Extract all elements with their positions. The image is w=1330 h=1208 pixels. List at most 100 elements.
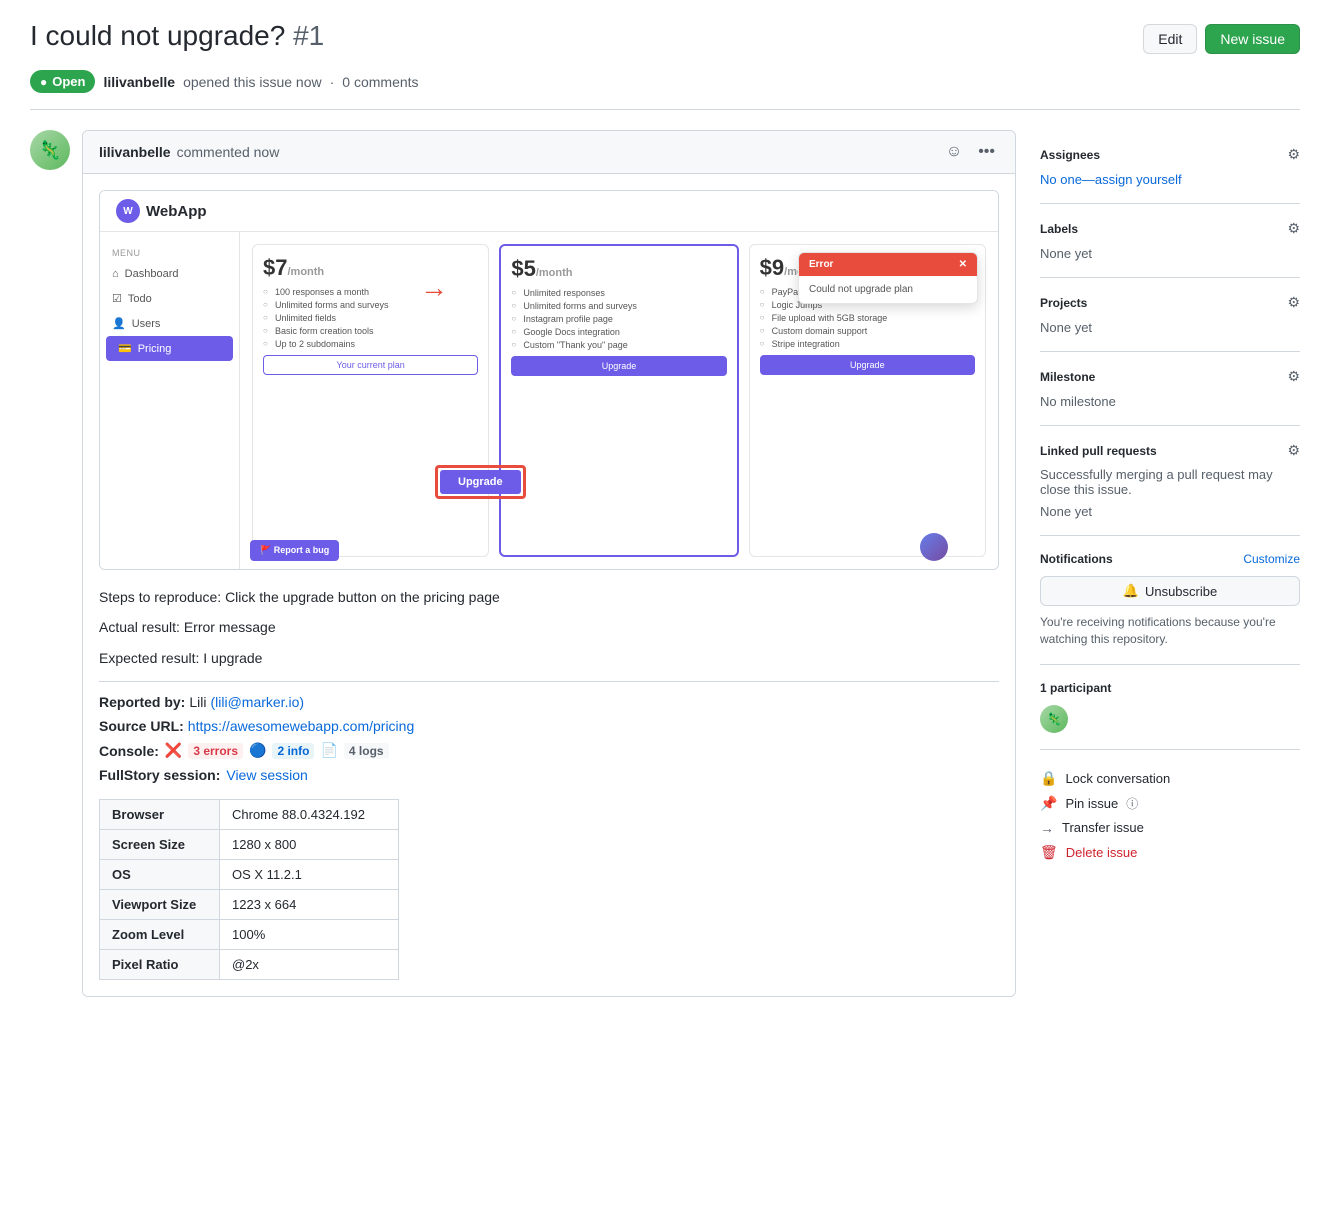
report-bug-btn[interactable]: 🚩 Report a bug — [250, 540, 339, 561]
projects-title: Projects — [1040, 296, 1087, 310]
view-session-link[interactable]: View session — [226, 767, 307, 783]
webapp-logo-icon: W — [116, 199, 140, 223]
projects-section: Projects ⚙ None yet — [1040, 278, 1300, 352]
customize-link[interactable]: Customize — [1243, 552, 1300, 566]
lock-label: Lock conversation — [1065, 771, 1170, 786]
trash-icon: 🗑 — [1040, 844, 1058, 861]
upgrade-highlight-box: Upgrade — [435, 465, 526, 499]
webapp-nav-users: 👤 Users — [100, 311, 239, 336]
milestone-title: Milestone — [1040, 370, 1095, 384]
pin-issue-link[interactable]: 📌 Pin issue ⓘ — [1040, 791, 1300, 816]
delete-label: Delete issue — [1066, 845, 1138, 860]
status-badge: ● Open — [30, 70, 95, 93]
content-area: 🦎 lilivanbelle commented now ☺ — [30, 130, 1016, 997]
webapp-logo: W WebApp — [116, 199, 207, 223]
linked-prs-gear-button[interactable]: ⚙ — [1287, 442, 1300, 459]
table-row: Screen Size1280 x 800 — [100, 830, 399, 860]
error-modal: Error ✕ Could not upgrade plan — [798, 252, 978, 304]
comment-header-right: ☺ ••• — [942, 141, 999, 163]
milestone-value: No milestone — [1040, 394, 1116, 409]
linked-prs-value: None yet — [1040, 504, 1092, 519]
fullstory-label: FullStory session: — [99, 767, 220, 783]
labels-header: Labels ⚙ — [1040, 220, 1300, 237]
transfer-label: Transfer issue — [1062, 820, 1144, 835]
comment-author[interactable]: lilivanbelle — [99, 144, 171, 160]
milestone-header: Milestone ⚙ — [1040, 368, 1300, 385]
main-layout: 🦎 lilivanbelle commented now ☺ — [30, 130, 1300, 997]
comment-body: W WebApp MENU — [83, 174, 1015, 996]
participants-title: 1 participant — [1040, 681, 1300, 695]
comments-count: 0 comments — [342, 74, 418, 90]
pin-info-icon: ⓘ — [1126, 795, 1138, 812]
transfer-issue-link[interactable]: → Transfer issue — [1040, 816, 1300, 840]
linked-prs-section: Linked pull requests ⚙ Successfully merg… — [1040, 426, 1300, 536]
issue-title-text: I could not upgrade? — [30, 20, 285, 51]
more-options-button[interactable]: ••• — [974, 141, 999, 163]
comment-divider — [99, 681, 999, 682]
linked-prs-header: Linked pull requests ⚙ — [1040, 442, 1300, 459]
table-cell-value: Chrome 88.0.4324.192 — [220, 800, 399, 830]
pricing-col-1: $7/month 100 responses a month Unlimited… — [252, 244, 489, 557]
emoji-button[interactable]: ☺ — [942, 141, 966, 163]
projects-gear-button[interactable]: ⚙ — [1287, 294, 1300, 311]
avatar: 🦎 — [30, 130, 70, 170]
author-link[interactable]: lilivanbelle — [103, 74, 175, 90]
new-issue-button[interactable]: New issue — [1205, 24, 1300, 54]
error-message: Could not upgrade plan — [809, 284, 913, 295]
issue-header: I could not upgrade? #1 Edit New issue — [30, 20, 1300, 54]
milestone-section: Milestone ⚙ No milestone — [1040, 352, 1300, 426]
info-table: BrowserChrome 88.0.4324.192Screen Size12… — [99, 799, 399, 980]
table-row: OSOS X 11.2.1 — [100, 860, 399, 890]
actions-section: 🔒 Lock conversation 📌 Pin issue ⓘ → Tran… — [1040, 750, 1300, 881]
console-label: Console: — [99, 743, 159, 759]
upgrade-btn-highlighted[interactable]: Upgrade — [511, 356, 726, 376]
projects-header: Projects ⚙ — [1040, 294, 1300, 311]
comment-action-time: commented now — [177, 144, 280, 160]
notifications-header: Notifications Customize — [1040, 552, 1300, 566]
projects-value: None yet — [1040, 320, 1092, 335]
logs-badge[interactable]: 4 logs — [344, 743, 389, 759]
issue-title: I could not upgrade? #1 — [30, 20, 324, 52]
lock-conversation-link[interactable]: 🔒 Lock conversation — [1040, 766, 1300, 791]
unsubscribe-button[interactable]: 🔔 Unsubscribe — [1040, 576, 1300, 606]
errors-badge[interactable]: 3 errors — [188, 743, 243, 759]
opened-text: opened this issue now — [183, 74, 322, 90]
comment-text: Steps to reproduce: Click the upgrade bu… — [99, 586, 999, 669]
current-plan-btn: Your current plan — [263, 355, 478, 375]
expected-text: Expected result: I upgrade — [99, 647, 999, 669]
edit-button[interactable]: Edit — [1143, 24, 1197, 54]
assignees-gear-button[interactable]: ⚙ — [1287, 146, 1300, 163]
steps-text: Steps to reproduce: Click the upgrade bu… — [99, 586, 999, 608]
user-avatar-mock — [920, 533, 948, 561]
bell-icon: 🔔 — [1123, 583, 1139, 599]
participant-avatar: 🦎 — [1040, 705, 1068, 733]
milestone-gear-button[interactable]: ⚙ — [1287, 368, 1300, 385]
header-actions: Edit New issue — [1143, 24, 1300, 54]
table-cell-value: 100% — [220, 920, 399, 950]
upgrade-btn-3[interactable]: Upgrade — [760, 355, 975, 375]
comment-card: lilivanbelle commented now ☺ ••• — [82, 130, 1016, 997]
table-cell-label: Zoom Level — [100, 920, 220, 950]
table-cell-label: OS — [100, 860, 220, 890]
open-icon: ● — [40, 75, 47, 89]
assignees-title: Assignees — [1040, 148, 1100, 162]
participants-section: 1 participant 🦎 — [1040, 665, 1300, 750]
reported-email-link[interactable]: (lili@marker.io) — [210, 694, 304, 710]
error-title: Error — [809, 259, 833, 270]
pin-icon: 📌 — [1040, 795, 1057, 812]
info-badge[interactable]: 2 info — [272, 743, 314, 759]
webapp-content: $7/month 100 responses a month Unlimited… — [240, 232, 998, 569]
pricing-amount-2: $5/month — [511, 256, 726, 282]
issue-meta: ● Open lilivanbelle opened this issue no… — [30, 70, 1300, 93]
error-close-icon[interactable]: ✕ — [959, 259, 967, 270]
source-url-link[interactable]: https://awesomewebapp.com/pricing — [188, 718, 414, 734]
table-cell-value: OS X 11.2.1 — [220, 860, 399, 890]
table-row: Pixel Ratio@2x — [100, 950, 399, 980]
reported-by-row: Reported by: Lili (lili@marker.io) — [99, 694, 999, 710]
labels-gear-button[interactable]: ⚙ — [1287, 220, 1300, 237]
comment-header: lilivanbelle commented now ☺ ••• — [83, 131, 1015, 174]
delete-issue-link[interactable]: 🗑 Delete issue — [1040, 840, 1300, 865]
table-row: BrowserChrome 88.0.4324.192 — [100, 800, 399, 830]
assign-yourself-link[interactable]: No one—assign yourself — [1040, 172, 1182, 187]
transfer-icon: → — [1040, 820, 1054, 836]
